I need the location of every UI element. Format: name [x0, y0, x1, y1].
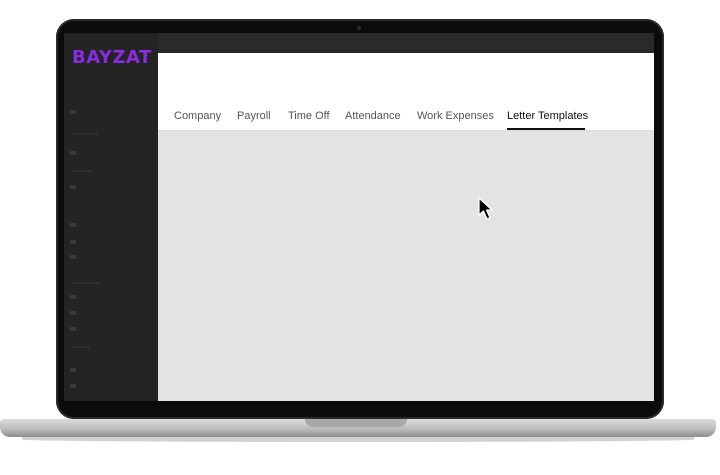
sidebar-item-icon[interactable] [70, 311, 76, 315]
sidebar-item-icon[interactable] [70, 223, 76, 227]
sidebar-item-icon[interactable] [70, 151, 76, 155]
sidebar-item-icon[interactable] [70, 368, 76, 372]
tab-attendance[interactable]: Attendance [345, 110, 401, 122]
sidebar-item-icon[interactable] [70, 295, 76, 299]
sidebar-item-icon[interactable] [70, 240, 76, 244]
laptop-base-shadow [22, 437, 694, 442]
tab-content-area [158, 131, 654, 401]
sidebar-item-icon[interactable] [70, 255, 76, 259]
laptop-base-notch [305, 419, 407, 427]
sidebar-item-icon[interactable] [70, 384, 76, 388]
sidebar-item-icon[interactable] [70, 327, 76, 331]
sidebar-item[interactable] [72, 346, 90, 348]
tab-letter-templates[interactable]: Letter Templates [507, 110, 588, 122]
sidebar-item[interactable] [72, 133, 98, 135]
tab-payroll[interactable]: Payroll [237, 110, 271, 122]
active-tab-indicator [507, 128, 585, 130]
laptop-screen: BAYZAT Company Payroll Time Off Attendan… [64, 33, 654, 401]
tab-company[interactable]: Company [174, 110, 221, 122]
sidebar-item-icon[interactable] [70, 185, 76, 189]
sidebar-item-icon[interactable] [70, 110, 76, 114]
sidebar-item[interactable] [72, 170, 92, 172]
tab-work-expenses[interactable]: Work Expenses [417, 110, 494, 122]
main-panel: Company Payroll Time Off Attendance Work… [158, 53, 654, 401]
bayzat-logo[interactable]: BAYZAT [72, 47, 152, 68]
sidebar: BAYZAT [64, 33, 158, 401]
sidebar-item[interactable] [72, 282, 100, 284]
tab-time-off[interactable]: Time Off [288, 110, 330, 122]
settings-tab-bar: Company Payroll Time Off Attendance Work… [158, 53, 654, 131]
camera-icon [357, 26, 361, 30]
arrow-cursor-icon [478, 197, 493, 220]
